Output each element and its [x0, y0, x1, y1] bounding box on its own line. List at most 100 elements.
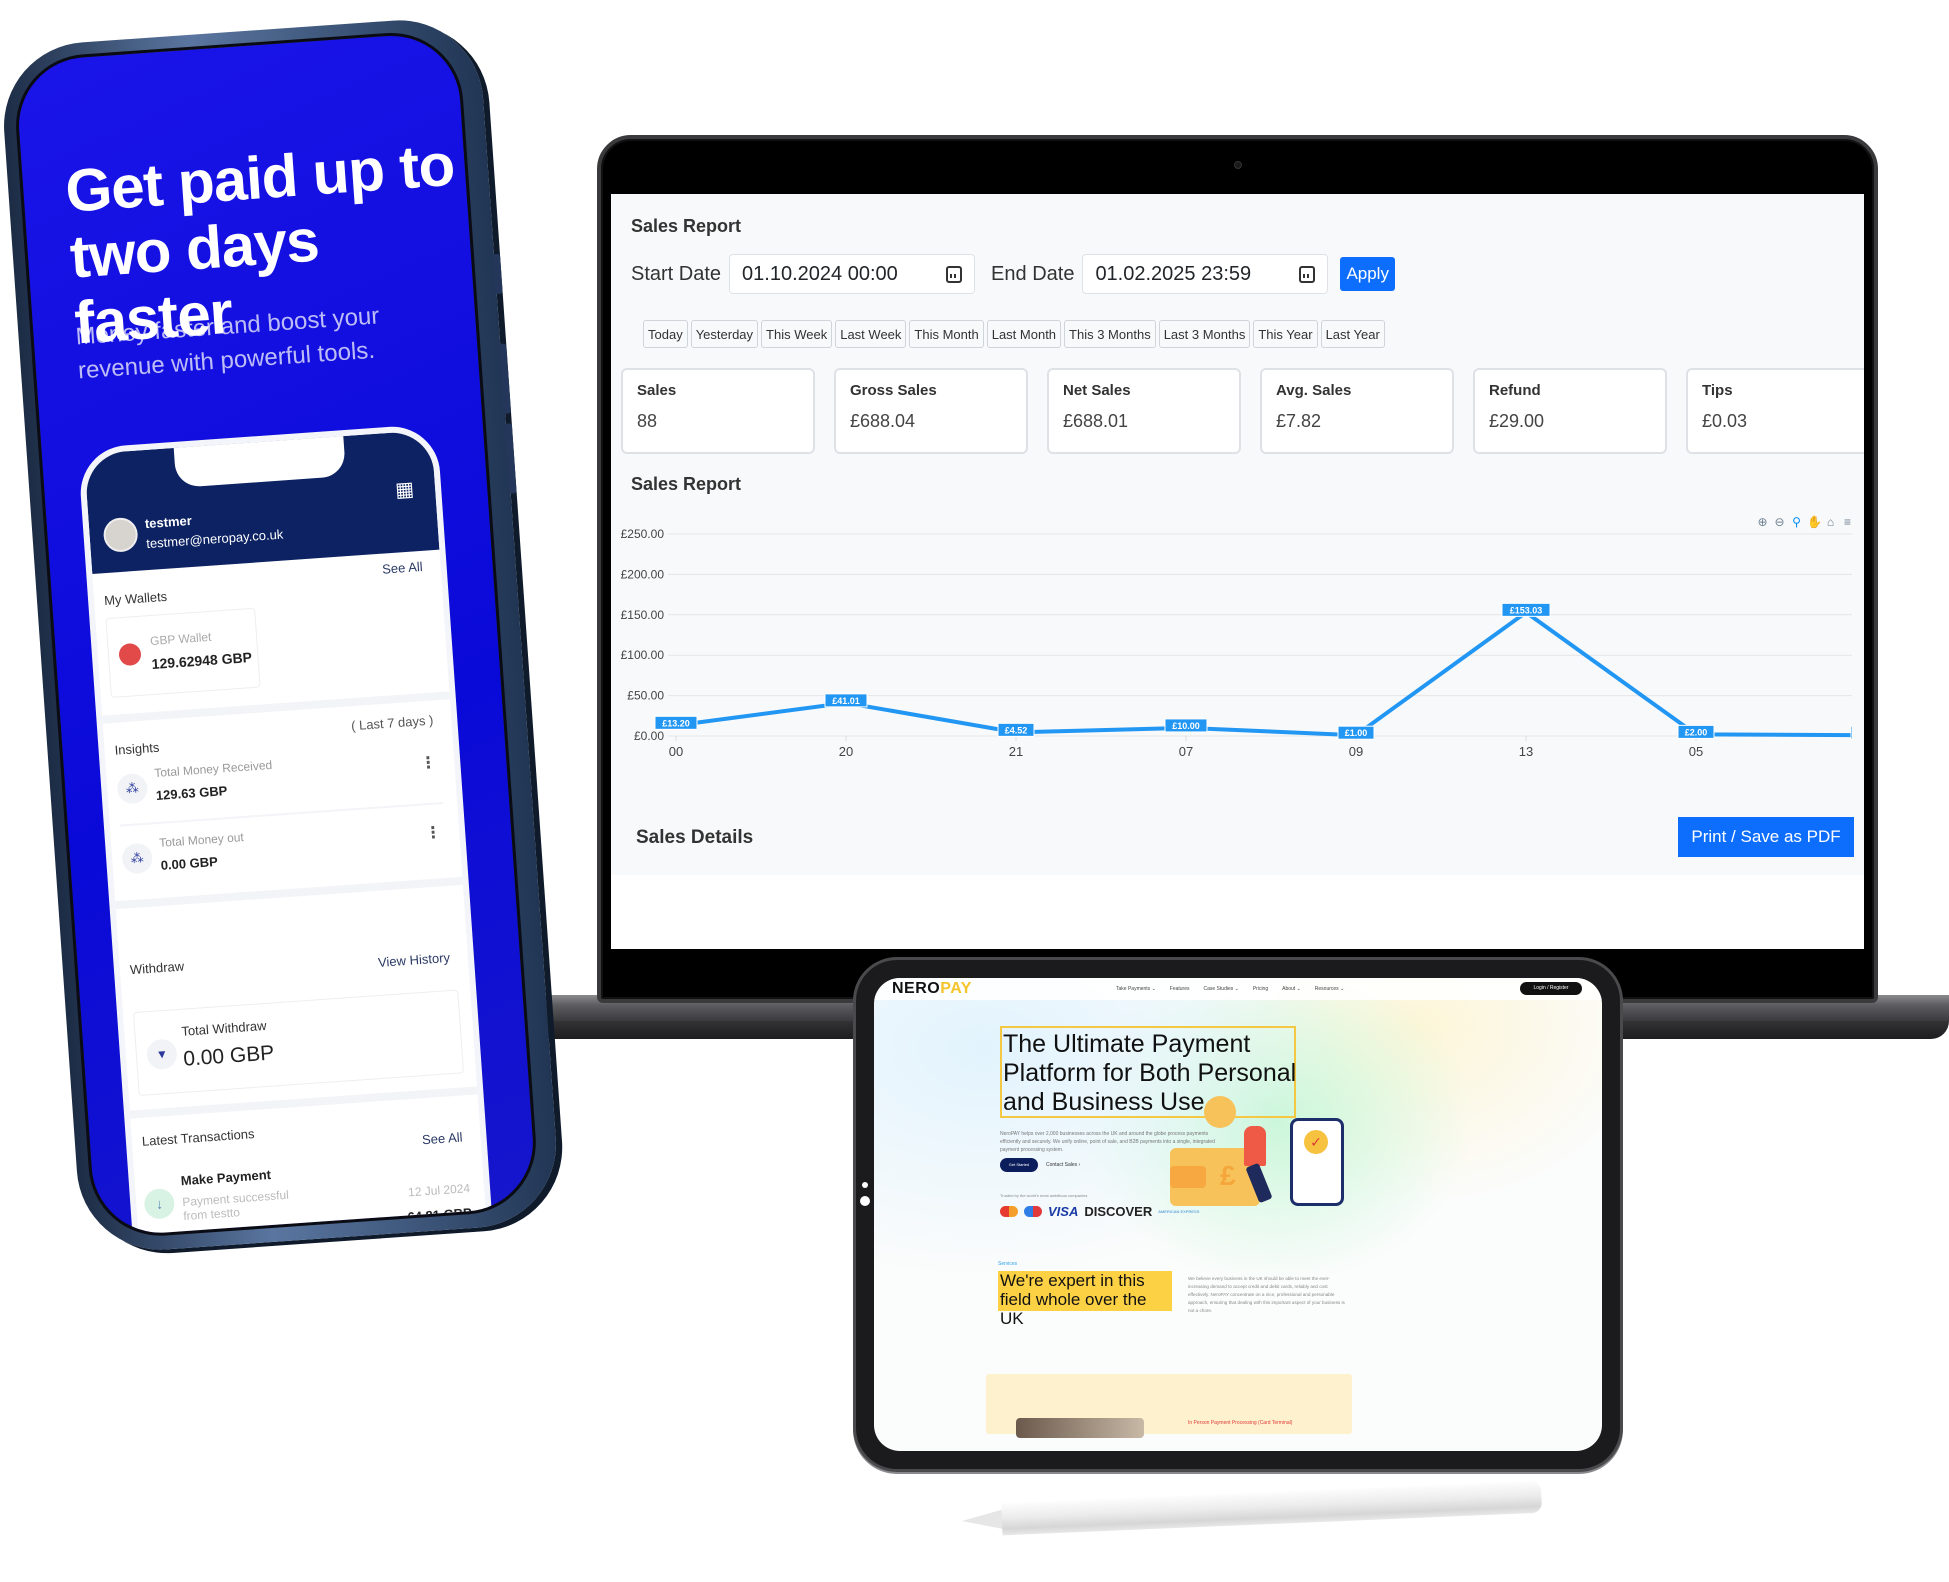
- logo-main: NERO: [892, 980, 941, 997]
- gbp-wallet-card[interactable]: GBP Wallet 129.62948 GBP: [105, 607, 261, 698]
- get-started-button[interactable]: Get Started: [1000, 1158, 1038, 1172]
- qr-code-icon[interactable]: ▦: [394, 477, 420, 503]
- card-value: £7.82: [1276, 411, 1322, 431]
- card-label: Gross Sales: [850, 382, 937, 399]
- range-today-button[interactable]: Today: [643, 320, 688, 348]
- calendar-icon[interactable]: [1299, 265, 1316, 283]
- gross-sales-card: Gross Sales £688.04: [834, 368, 1028, 454]
- withdraw-icon: ▼: [145, 1038, 178, 1071]
- insights-period: ( Last 7 days ): [350, 712, 434, 734]
- refund-card: Refund £29.00: [1473, 368, 1667, 454]
- data-label: £13.20: [662, 718, 690, 728]
- nav-about[interactable]: About ⌄: [1282, 986, 1301, 992]
- wallets-see-all-link[interactable]: See All: [382, 559, 423, 577]
- pound-icon: £: [1220, 1160, 1236, 1191]
- sales-report-app: Sales Report Start Date 01.10.2024 00:00…: [611, 194, 1864, 875]
- wallet-icon: [118, 642, 142, 667]
- avatar[interactable]: [102, 516, 139, 554]
- phone-screen: Get paid up to two days faster Money fas…: [11, 28, 541, 1241]
- laptop-screen: Sales Report Start Date 01.10.2024 00:00…: [611, 194, 1864, 949]
- x-tick-label: 21: [1009, 744, 1023, 759]
- transactions-title: Latest Transactions: [141, 1126, 255, 1149]
- range-this-3-months-button[interactable]: This 3 Months: [1064, 320, 1156, 348]
- withdraw-title: Withdraw: [129, 958, 185, 978]
- services-tag: Services: [998, 1261, 1018, 1267]
- more-options-icon[interactable]: ⋮: [420, 752, 437, 773]
- card-value: 88: [637, 411, 658, 431]
- y-tick-label: £0.00: [634, 729, 664, 743]
- wallet-balance: 129.62948 GBP: [151, 649, 253, 673]
- nav-features[interactable]: Features: [1170, 986, 1190, 992]
- service-card: In Person Payment Processing (Card Termi…: [986, 1374, 1352, 1438]
- insight-value: 129.63 GBP: [155, 783, 228, 804]
- range-yesterday-button[interactable]: Yesterday: [690, 320, 759, 348]
- maestro-logo: [1024, 1206, 1042, 1217]
- more-options-icon[interactable]: ⋮: [424, 822, 442, 843]
- page-title: Sales Report: [631, 216, 742, 236]
- service-link[interactable]: In Person Payment Processing (Card Termi…: [1188, 1420, 1292, 1426]
- transaction-title[interactable]: Make Payment: [180, 1167, 271, 1188]
- range-this-year-button[interactable]: This Year: [1253, 320, 1318, 348]
- calendar-icon[interactable]: [946, 265, 963, 283]
- tips-card: Tips £0.03: [1686, 368, 1864, 454]
- nav-case-studies[interactable]: Case Studies ⌄: [1204, 986, 1239, 992]
- nav-links: Take Payments ⌄ Features Case Studies ⌄ …: [1116, 986, 1344, 992]
- card-label: Sales: [637, 382, 677, 399]
- pencil-body: [1001, 1480, 1543, 1536]
- range-last-3-months-button[interactable]: Last 3 Months: [1158, 320, 1251, 348]
- view-history-link[interactable]: View History: [378, 950, 451, 970]
- range-last-week-button[interactable]: Last Week: [835, 320, 907, 348]
- range-last-year-button[interactable]: Last Year: [1320, 320, 1385, 348]
- y-tick-label: £150.00: [621, 608, 665, 622]
- network-icon: ⁂: [121, 842, 154, 875]
- quick-range-buttons: Today Yesterday This Week Last Week This…: [643, 320, 1385, 348]
- tablet-sensor: [862, 1182, 868, 1188]
- end-date-label: End Date: [991, 262, 1075, 285]
- y-tick-label: £100.00: [621, 648, 665, 662]
- start-date-input[interactable]: 01.10.2024 00:00: [729, 254, 976, 294]
- x-tick-label: 20: [839, 744, 853, 759]
- logo-accent: PAY: [940, 980, 972, 997]
- end-date-input[interactable]: 01.02.2025 23:59: [1082, 254, 1329, 294]
- x-tick-label: 13: [1519, 744, 1533, 759]
- nav-resources[interactable]: Resources ⌄: [1315, 986, 1344, 992]
- phone: Get paid up to two days faster Money fas…: [0, 14, 562, 1256]
- contact-sales-link[interactable]: Contact Sales ›: [1046, 1162, 1080, 1168]
- avatar-bubble-icon: [1204, 1096, 1236, 1128]
- range-this-week-button[interactable]: This Week: [761, 320, 833, 348]
- y-tick-label: £250.00: [621, 527, 665, 541]
- network-icon: ⁂: [116, 772, 149, 805]
- card-value: £688.04: [850, 411, 916, 431]
- stylus-pencil: [961, 1480, 1543, 1541]
- chart-title: Sales Report: [631, 474, 742, 494]
- discover-logo: DISCOVER: [1084, 1204, 1153, 1219]
- wallet-flap: [1170, 1166, 1206, 1188]
- nav-pricing[interactable]: Pricing: [1253, 986, 1268, 992]
- pencil-tip: [961, 1509, 1005, 1531]
- x-tick-label: 05: [1689, 744, 1703, 759]
- wallets-title: My Wallets: [103, 588, 168, 609]
- wallet-name: GBP Wallet: [149, 629, 212, 649]
- y-tick-label: £50.00: [627, 689, 664, 703]
- nav-take-payments[interactable]: Take Payments ⌄: [1116, 986, 1156, 992]
- site-navbar: NEROPAY Take Payments ⌄ Features Case St…: [874, 978, 1602, 1000]
- range-last-month-button[interactable]: Last Month: [986, 320, 1062, 348]
- avg-sales-card: Avg. Sales £7.82: [1260, 368, 1454, 454]
- y-tick-label: £200.00: [621, 567, 665, 581]
- transaction-subtitle: Payment successful from testto: [181, 1187, 290, 1224]
- app-header: testmer testmer@neropay.co.uk ▦: [83, 429, 440, 574]
- apply-button[interactable]: Apply: [1340, 257, 1395, 291]
- card-value: £688.01: [1063, 411, 1129, 431]
- neropay-logo[interactable]: NEROPAY: [892, 980, 972, 998]
- card-value: £29.00: [1489, 411, 1545, 431]
- range-this-month-button[interactable]: This Month: [909, 320, 984, 348]
- login-register-button[interactable]: Login / Register: [1520, 982, 1582, 995]
- insights-title: Insights: [114, 739, 160, 758]
- withdraw-card: ▼ Total Withdraw 0.00 GBP: [132, 989, 465, 1096]
- card-label: Net Sales: [1063, 382, 1131, 399]
- print-save-pdf-button[interactable]: Print / Save as PDF: [1678, 817, 1854, 857]
- transactions-see-all-link[interactable]: See All: [422, 1130, 463, 1148]
- notch: [173, 432, 347, 488]
- data-label-box: [1850, 725, 1852, 740]
- net-sales-card: Net Sales £688.01: [1047, 368, 1241, 454]
